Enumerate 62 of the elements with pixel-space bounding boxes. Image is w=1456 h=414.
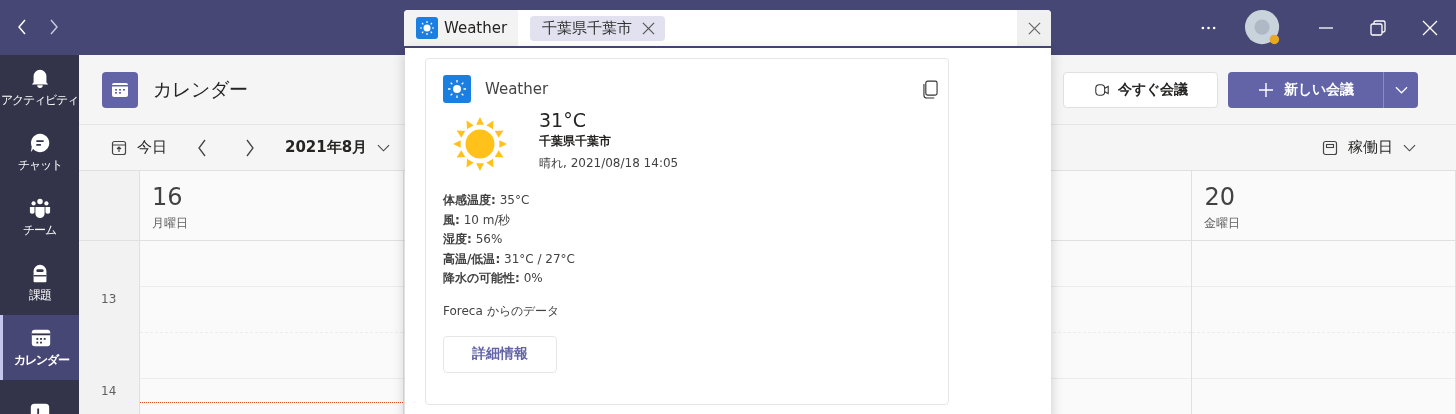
avatar[interactable] — [1244, 9, 1282, 47]
people-icon — [28, 196, 51, 219]
rail-label: チーム — [23, 221, 56, 239]
rail-item[interactable]: チーム — [0, 185, 79, 250]
next-icon[interactable] — [245, 138, 255, 157]
weather-detail: 降水の可能性: 0% — [443, 270, 544, 287]
weather-detail: 風: 10 m/秒 — [443, 211, 512, 229]
location-tag[interactable]: 千葉県千葉市 — [530, 15, 666, 41]
sun-icon — [451, 115, 509, 173]
new-meeting-button[interactable]: 新しい会議 — [1228, 71, 1383, 108]
data-source: Foreca からのデータ — [443, 302, 559, 320]
rail-label: 課題 — [28, 286, 51, 304]
day-date: 16 — [152, 183, 184, 211]
rail-label: カレンダー — [13, 351, 69, 369]
day-weekday: 月曜日 — [152, 215, 189, 232]
app-name: Weather — [444, 19, 508, 37]
chevron-down-icon — [1403, 143, 1416, 152]
close-icon — [1027, 21, 1041, 35]
sun-icon — [416, 17, 438, 39]
rail-item[interactable]: チャット — [0, 120, 79, 185]
dropdown-button[interactable] — [1383, 71, 1418, 108]
previous-icon[interactable] — [197, 138, 207, 157]
today-button[interactable]: 今日 — [111, 138, 167, 157]
search-field[interactable]: Weather 千葉県千葉市 — [404, 10, 1051, 46]
calendar-icon — [111, 139, 127, 156]
temperature: 31°C — [539, 109, 587, 131]
restore-icon[interactable] — [1370, 20, 1386, 36]
more-icon[interactable] — [1201, 26, 1216, 30]
view-picker[interactable]: 稼働日 — [1322, 138, 1416, 157]
sun-icon — [443, 75, 471, 103]
day-weekday: 金曜日 — [1204, 215, 1242, 232]
view-icon — [1322, 139, 1338, 156]
weather-detail: 体感温度: 35°C — [443, 192, 531, 209]
plus-icon — [1257, 81, 1274, 98]
condition: 晴れ, 2021/08/18 14:05 — [539, 155, 679, 172]
forward-icon[interactable] — [49, 19, 59, 35]
meet-now-button[interactable]: 今すぐ会議 — [1063, 71, 1218, 108]
rail-item[interactable]: カレンダー — [0, 315, 79, 380]
card-app-name: Weather — [485, 80, 549, 98]
tag-label: 千葉県千葉市 — [542, 18, 633, 38]
back-icon[interactable] — [17, 19, 27, 35]
weather-detail: 湿度: 56% — [443, 231, 504, 248]
copy-icon[interactable] — [923, 79, 938, 99]
details-button[interactable]: 詳細情報 — [443, 335, 557, 373]
close-icon[interactable] — [1422, 20, 1438, 36]
location: 千葉県千葉市 — [539, 133, 612, 150]
day-date: 20 — [1204, 183, 1236, 211]
chevron-down-icon — [377, 143, 391, 152]
rail-label: アクティビティ — [1, 91, 78, 109]
rail-item[interactable]: アクティビティ — [0, 55, 79, 120]
page-title: カレンダー — [153, 76, 248, 102]
chevron-down-icon — [1394, 85, 1408, 94]
video-camera-icon — [1093, 81, 1110, 98]
rail-item[interactable]: 課題 — [0, 250, 79, 315]
rail-label: チャット — [17, 156, 62, 174]
hour-label: 13 — [101, 292, 117, 306]
month-picker[interactable]: 2021年8月 — [285, 138, 391, 157]
calendar-icon — [102, 71, 138, 108]
chat-icon — [28, 131, 51, 154]
remove-icon[interactable] — [642, 21, 656, 35]
weather-detail: 高温/低温: 31°C / 27°C — [443, 250, 575, 268]
hour-label: 14 — [101, 384, 117, 398]
